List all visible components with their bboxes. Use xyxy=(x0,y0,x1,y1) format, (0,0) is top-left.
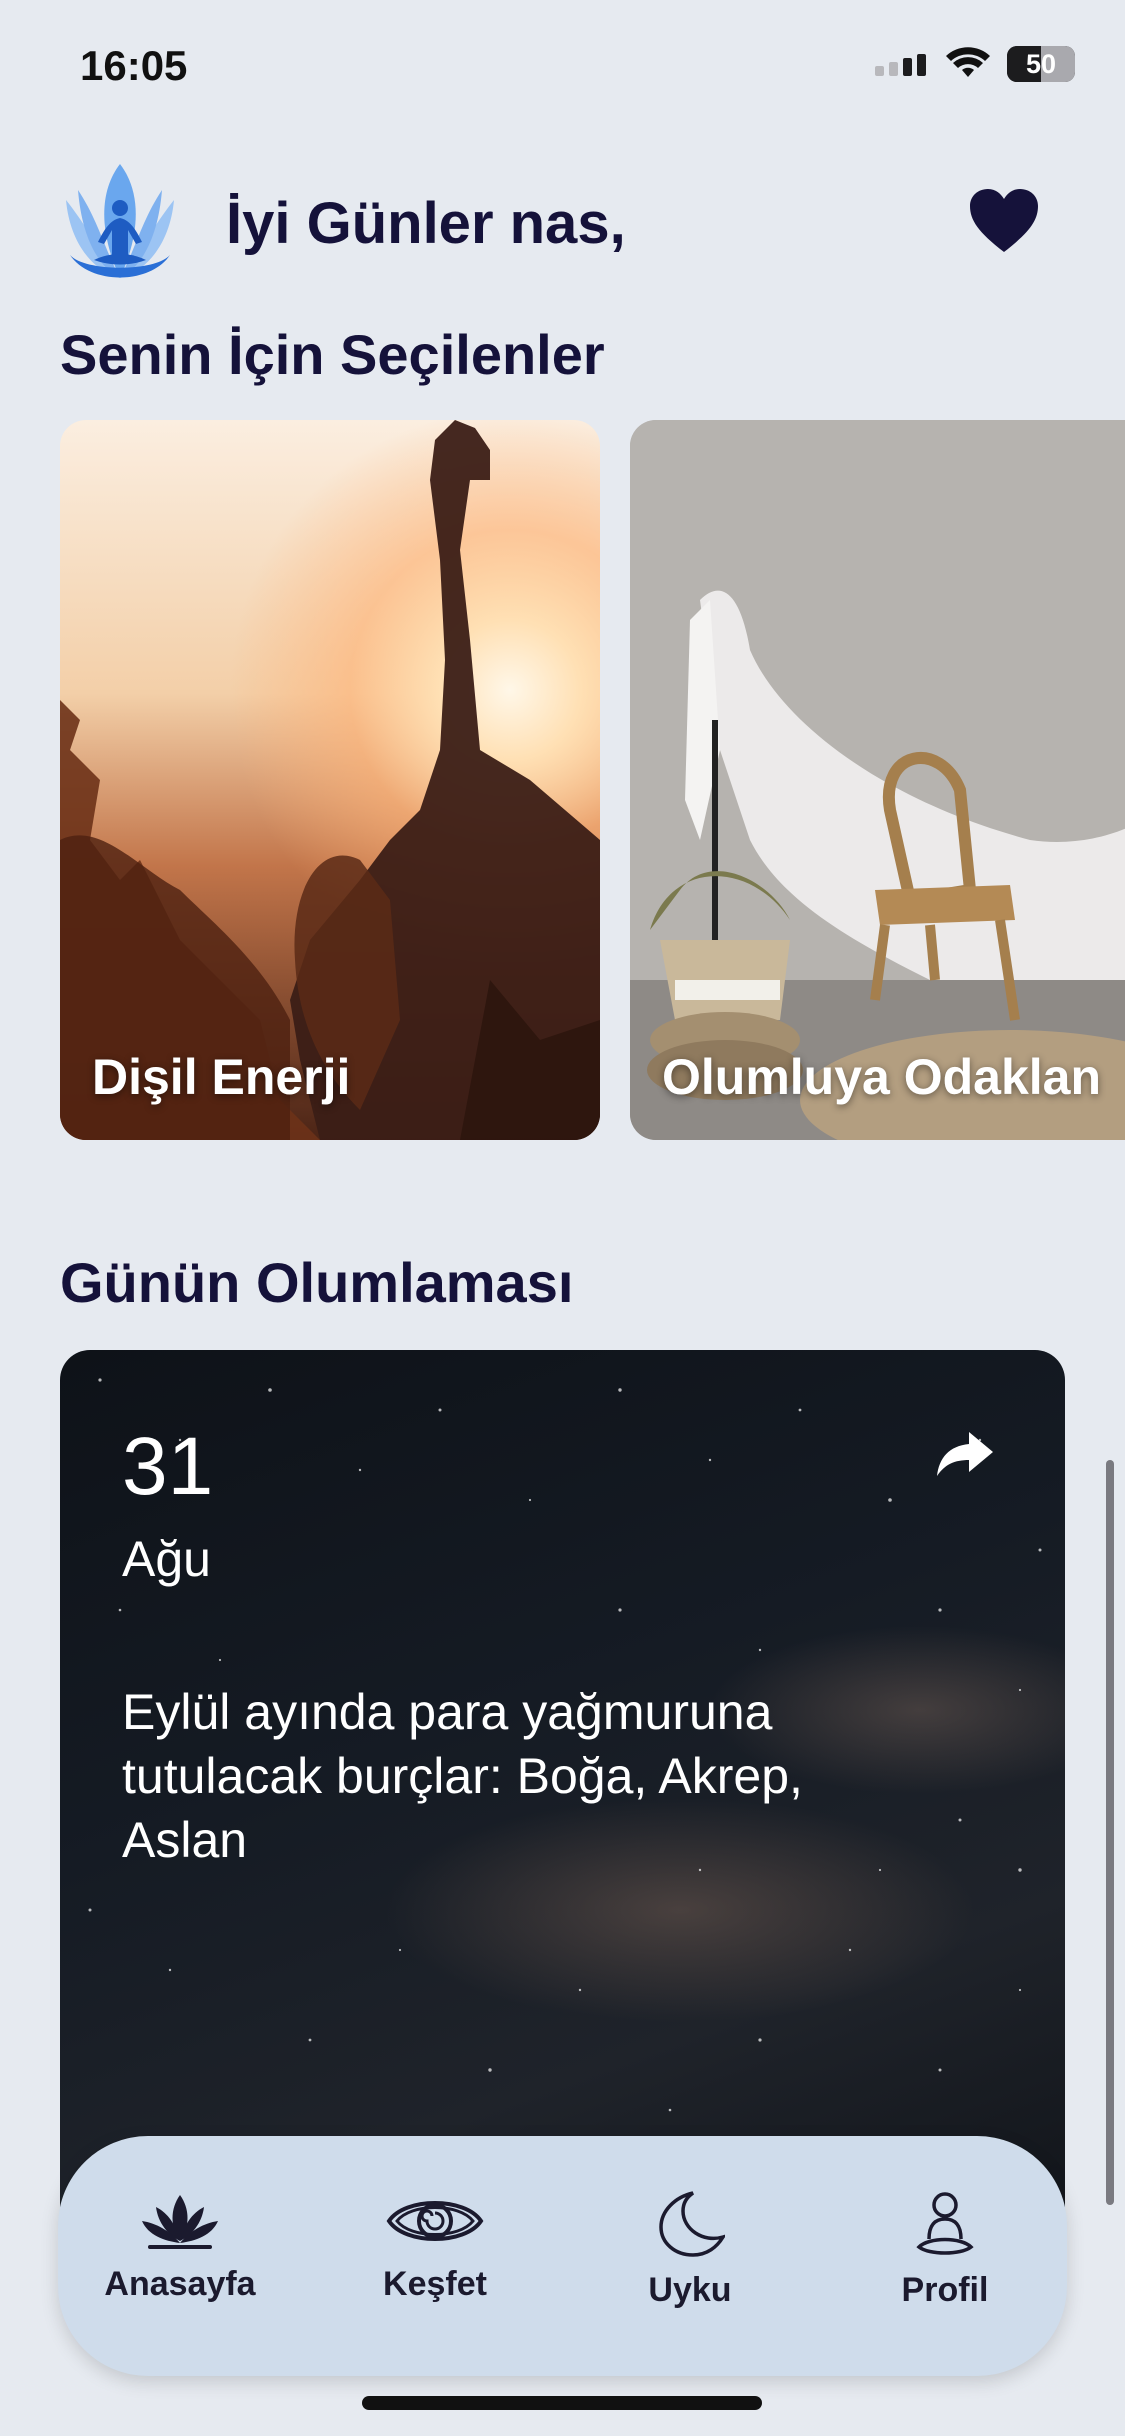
card-1-image xyxy=(60,420,600,1140)
battery-level: 50 xyxy=(1025,48,1057,79)
battery-icon: 50 xyxy=(1007,46,1075,82)
moon-icon xyxy=(659,2191,725,2257)
tab-home[interactable]: Anasayfa xyxy=(80,2136,280,2376)
greeting-text: İyi Günler nas, xyxy=(226,191,626,256)
cellular-signal-icon xyxy=(875,54,926,76)
for-you-title: Senin İçin Seçilenler xyxy=(60,323,605,386)
card-2-title: Olumluya Odaklan xyxy=(662,1049,1102,1105)
tab-profile-label: Profil xyxy=(901,2271,989,2309)
wifi-icon xyxy=(946,47,990,77)
status-time: 16:05 xyxy=(80,42,188,89)
scroll-indicator[interactable] xyxy=(1106,1460,1114,2205)
tab-discover[interactable]: Keşfet xyxy=(335,2136,535,2376)
card-2-image xyxy=(630,420,1125,1140)
status-icons: 50 xyxy=(875,46,1075,82)
recommendation-card-2[interactable]: Olumluya Odaklan xyxy=(630,420,1125,1140)
eye-icon xyxy=(386,2201,484,2241)
recommendations-carousel[interactable]: Dişil Enerji Olumluya Odaklan xyxy=(60,420,1125,1140)
person-meditating-icon xyxy=(916,2192,974,2255)
home-indicator[interactable] xyxy=(362,2396,762,2410)
tab-sleep[interactable]: Uyku xyxy=(590,2136,790,2376)
tab-profile[interactable]: Profil xyxy=(845,2136,1045,2376)
tab-sleep-label: Uyku xyxy=(648,2271,732,2309)
bottom-tab-bar: Anasayfa Keşfet Uyku Profil xyxy=(58,2136,1067,2376)
affirmation-section-title: Günün Olumlaması xyxy=(60,1251,574,1314)
affirmation-text: Eylül ayında para yağmuruna tutulacak bu… xyxy=(122,1684,803,1868)
tab-home-label: Anasayfa xyxy=(104,2265,256,2303)
lotus-icon xyxy=(142,2195,218,2249)
card-1-title: Dişil Enerji xyxy=(92,1049,351,1105)
affirmation-month: Ağu xyxy=(122,1531,211,1587)
app-logo-icon xyxy=(66,164,174,278)
recommendation-card-1[interactable]: Dişil Enerji xyxy=(60,420,600,1140)
favorites-heart-icon[interactable] xyxy=(968,188,1040,254)
tab-discover-label: Keşfet xyxy=(383,2265,487,2303)
affirmation-day: 31 xyxy=(122,1421,214,1512)
share-arrow-icon[interactable] xyxy=(935,1430,995,1480)
